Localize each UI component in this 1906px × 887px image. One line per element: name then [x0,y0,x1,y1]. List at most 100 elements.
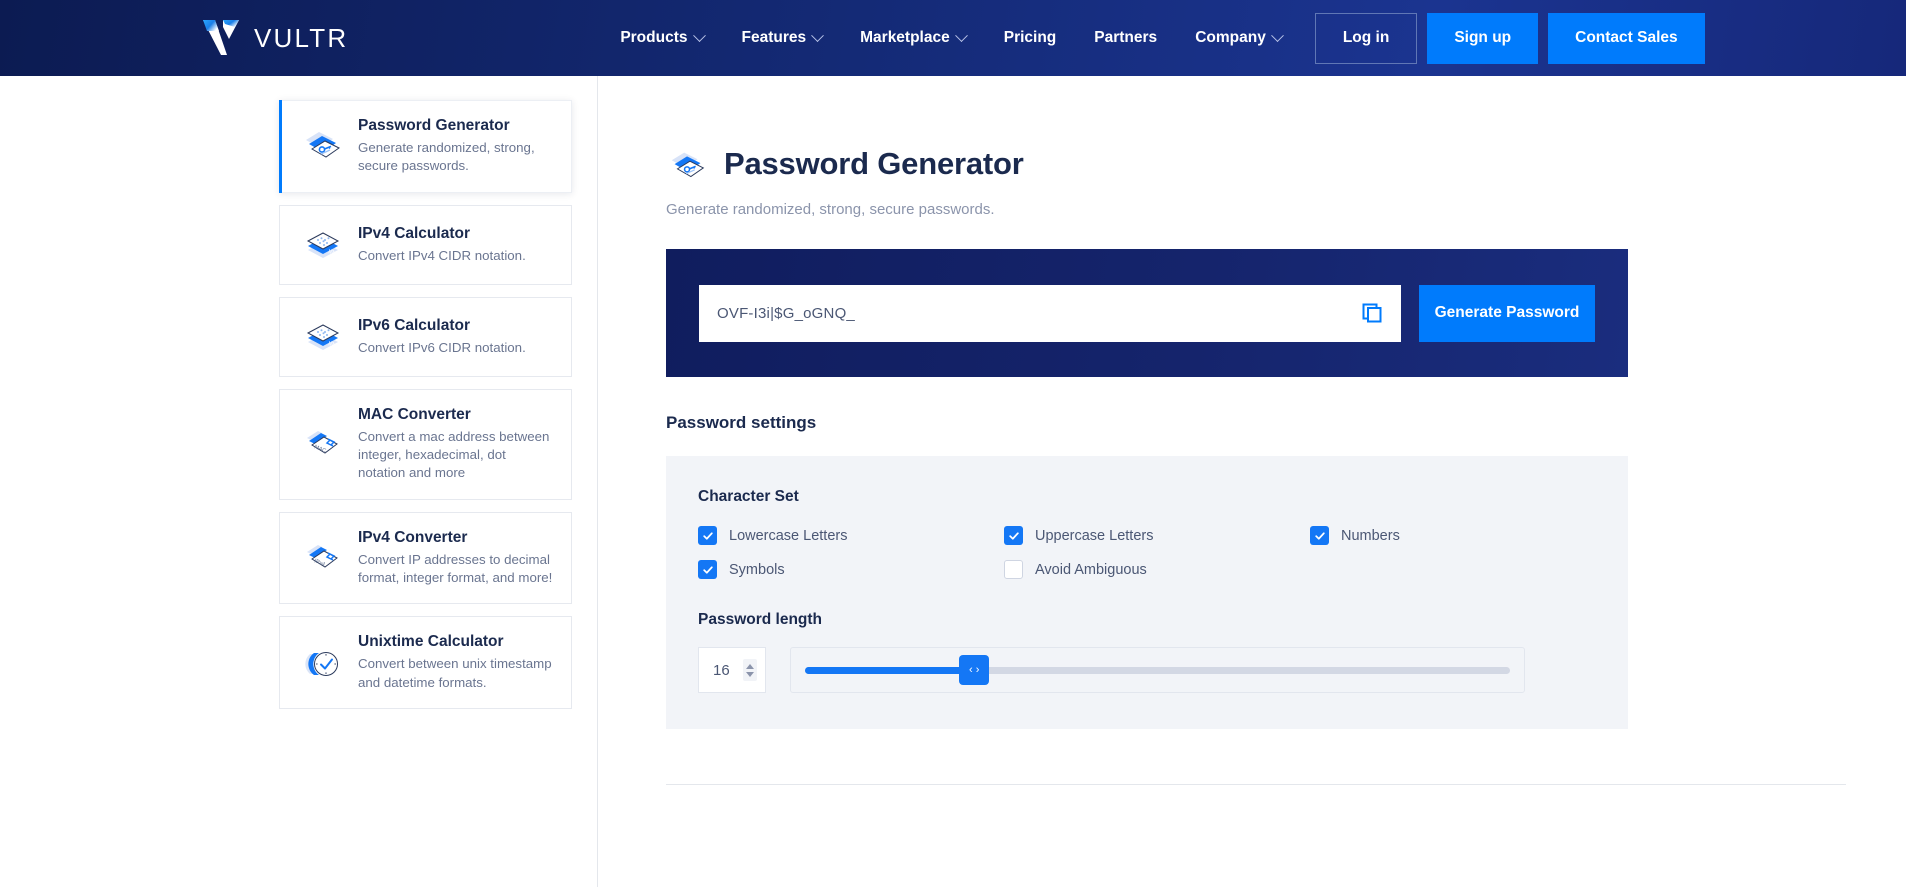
password-card-icon [300,123,346,169]
chevron-down-icon [1270,28,1284,42]
page-header: Password Generator [666,140,1906,188]
sidebar-item-ipv4-converter[interactable]: IPv4 IPv4 Converter Convert IP addresses… [279,511,572,605]
checkbox-label: Symbols [729,561,785,578]
brand-name: VULTR [254,22,349,53]
password-settings-panel: Character Set Lowercase Letters Uppercas… [666,456,1628,729]
slider-track[interactable]: ‹ › [805,655,1510,685]
login-button[interactable]: Log in [1314,12,1418,64]
sidebar-item-title: IPv4 Converter [358,528,468,546]
sidebar-item-title: Password Generator [358,117,510,134]
checkbox-checked-icon[interactable] [698,560,717,579]
main-content: Password Generator Generate randomized, … [598,76,1906,887]
slider-thumb-left-arrow: ‹ [969,663,973,676]
mac-converter-icon: MAC [300,421,346,467]
sidebar-item-ipv6-calculator[interactable]: IPv6 IPv6 Calculator Convert IPv6 CIDR n… [279,296,572,377]
checkbox-uppercase-letters[interactable]: Uppercase Letters [1004,526,1310,545]
sidebar-item-password-generator[interactable]: Password Generator Generate randomized, … [279,100,572,193]
nav-label: Company [1195,29,1266,46]
section-divider [666,784,1846,785]
ipv6-calculator-icon: IPv6 [300,314,346,360]
password-generator-panel: OVF-I3i|$G_oGNQ_ Generate Password [666,249,1628,377]
sidebar-item-desc: Convert a mac address between integer, h… [358,428,550,481]
sidebar-item-title: MAC Converter [358,405,471,423]
sidebar-item-title: IPv4 Calculator [358,224,470,242]
ipv4-converter-icon: IPv4 [300,535,346,581]
checkbox-label: Uppercase Letters [1035,527,1154,544]
page-title: Password Generator [724,146,1024,181]
sidebar-item-ipv4-calculator[interactable]: IPv4 IPv4 Calculator Convert IPv4 CIDR n… [279,204,572,285]
chevron-down-icon [692,28,706,42]
checkbox-lowercase-letters[interactable]: Lowercase Letters [698,526,1004,545]
quantity-stepper[interactable] [743,659,757,681]
tools-sidebar: Password Generator Generate randomized, … [0,76,598,887]
nav-item-company[interactable]: Company [1176,0,1301,76]
sidebar-item-desc: Convert IPv4 CIDR notation. [358,247,526,263]
nav-item-products[interactable]: Products [601,0,722,76]
checkbox-label: Lowercase Letters [729,527,848,544]
password-card-icon [666,144,710,188]
sidebar-item-text: MAC Converter Convert a mac address betw… [358,406,553,483]
sidebar-item-desc: Convert between unix timestamp and datet… [358,656,552,690]
stepper-down-icon[interactable] [746,671,754,677]
sidebar-item-desc: Convert IPv6 CIDR notation. [358,339,526,355]
nav-item-pricing[interactable]: Pricing [985,0,1076,76]
sidebar-item-text: IPv4 Converter Convert IP addresses to d… [358,529,553,588]
slider-thumb[interactable]: ‹ › [959,655,990,685]
copy-icon[interactable] [1360,301,1384,325]
nav-item-partners[interactable]: Partners [1075,0,1176,76]
checkbox-symbols[interactable]: Symbols [698,560,1004,579]
checkbox-label: Numbers [1341,527,1400,544]
primary-nav: Products Features Marketplace Pricing Pa… [601,0,1301,76]
contact-sales-button[interactable]: Contact Sales [1548,12,1705,64]
checkbox-checked-icon[interactable] [1004,526,1023,545]
password-length-label: Password length [698,611,823,628]
password-length-slider[interactable]: ‹ › [790,647,1525,693]
site-header: VULTR Products Features Marketplace Pric… [0,0,1906,76]
nav-label: Partners [1094,29,1158,46]
nav-label: Products [620,29,688,46]
checkbox-checked-icon[interactable] [698,526,717,545]
sidebar-item-desc: Generate randomized, strong, secure pass… [358,140,535,174]
password-value[interactable]: OVF-I3i|$G_oGNQ_ [717,305,1350,322]
sidebar-item-text: Password Generator Generate randomized, … [358,117,553,176]
nav-label: Pricing [1003,29,1057,46]
header-actions: Log in Sign up Contact Sales [1314,12,1705,64]
nav-label: Marketplace [860,29,950,46]
vultr-v-icon [201,17,241,59]
password-length-value[interactable]: 16 [713,662,737,679]
svg-text:IPv4: IPv4 [328,249,342,258]
slider-thumb-right-arrow: › [975,663,980,676]
unixtime-calculator-icon [300,640,346,686]
sidebar-item-desc: Convert IP addresses to decimal format, … [358,551,553,586]
checkbox-unchecked-icon[interactable] [1004,560,1023,579]
sidebar-item-title: Unixtime Calculator [358,633,504,651]
stepper-up-icon[interactable] [746,663,754,669]
nav-item-marketplace[interactable]: Marketplace [841,0,985,76]
checkbox-label: Avoid Ambiguous [1035,561,1147,578]
checkbox-checked-icon[interactable] [1310,526,1329,545]
password-length-input[interactable]: 16 [698,647,766,693]
vultr-logo[interactable]: VULTR [201,0,348,76]
page-subtitle: Generate randomized, strong, secure pass… [666,201,995,218]
svg-text:IPv6: IPv6 [328,341,342,350]
sidebar-item-unixtime-calculator[interactable]: Unixtime Calculator Convert between unix… [279,616,572,710]
generate-password-button[interactable]: Generate Password [1419,284,1595,342]
password-settings-heading: Password settings [666,413,817,432]
nav-item-features[interactable]: Features [723,0,842,76]
sidebar-item-mac-converter[interactable]: MAC MAC Converter Convert a mac address … [279,388,572,500]
sidebar-item-title: IPv6 Calculator [358,316,470,334]
sidebar-item-text: IPv4 Calculator Convert IPv4 CIDR notati… [358,225,553,265]
chevron-down-icon [954,28,968,42]
checkbox-avoid-ambiguous[interactable]: Avoid Ambiguous [1004,560,1310,579]
nav-label: Features [741,29,807,46]
sidebar-item-text: IPv6 Calculator Convert IPv6 CIDR notati… [358,317,553,357]
page-body: Password Generator Generate randomized, … [0,76,1906,887]
password-output-field[interactable]: OVF-I3i|$G_oGNQ_ [699,284,1401,342]
character-set-options: Lowercase Letters Uppercase Letters Numb… [666,526,1628,579]
chevron-down-icon [811,28,824,42]
character-set-label: Character Set [698,488,799,505]
slider-fill [805,666,975,674]
sidebar-item-text: Unixtime Calculator Convert between unix… [358,633,553,692]
signup-button[interactable]: Sign up [1427,12,1539,64]
checkbox-numbers[interactable]: Numbers [1310,526,1628,545]
